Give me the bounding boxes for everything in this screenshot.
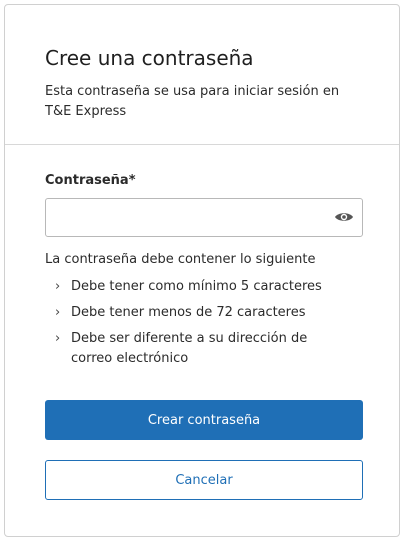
- password-input[interactable]: [46, 199, 316, 236]
- chevron-right-icon: ›: [55, 279, 61, 294]
- chevron-right-icon: ›: [55, 331, 61, 346]
- list-item: › Debe ser diferente a su dirección de c…: [45, 329, 345, 369]
- requirements-intro: La contraseña debe contener lo siguiente: [45, 252, 316, 267]
- requirements-list: › Debe tener como mínimo 5 caracteres › …: [45, 277, 345, 375]
- page-subtitle: Esta contraseña se usa para iniciar sesi…: [45, 84, 340, 119]
- list-item: › Debe tener menos de 72 caracteres: [45, 303, 345, 323]
- create-password-card: Cree una contraseña Esta contraseña se u…: [4, 4, 400, 537]
- cancel-button[interactable]: Cancelar: [45, 460, 363, 500]
- card-header: Cree una contraseña Esta contraseña se u…: [5, 5, 399, 145]
- chevron-right-icon: ›: [55, 305, 61, 320]
- requirement-text: Debe ser diferente a su dirección de cor…: [71, 331, 308, 366]
- requirement-text: Debe tener como mínimo 5 caracteres: [71, 279, 322, 294]
- requirement-text: Debe tener menos de 72 caracteres: [71, 305, 306, 320]
- password-field[interactable]: [45, 198, 363, 237]
- eye-icon[interactable]: [334, 209, 354, 225]
- create-password-button[interactable]: Crear contraseña: [45, 400, 363, 440]
- page-title: Cree una contraseña: [45, 46, 254, 70]
- list-item: › Debe tener como mínimo 5 caracteres: [45, 277, 345, 297]
- password-label: Contraseña*: [45, 173, 136, 188]
